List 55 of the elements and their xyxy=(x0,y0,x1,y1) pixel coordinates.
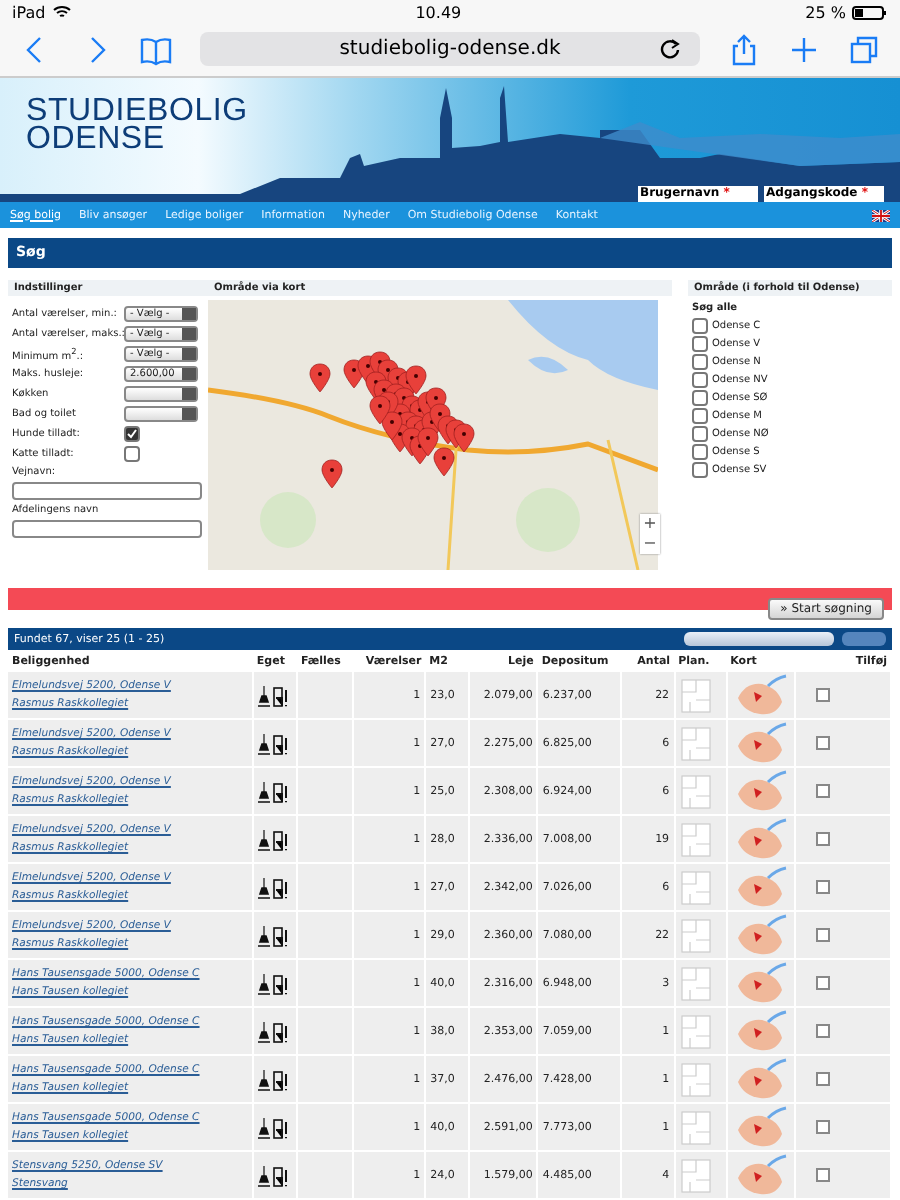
checkbox[interactable] xyxy=(815,1168,830,1182)
address-bar[interactable]: studiebolig-odense.dk xyxy=(200,32,700,66)
facilities-icon xyxy=(257,1163,288,1187)
checkbox[interactable] xyxy=(815,736,830,750)
wifi-icon xyxy=(51,4,72,20)
check-icon xyxy=(126,428,138,440)
checkbox[interactable] xyxy=(692,390,708,406)
share-icon[interactable] xyxy=(728,33,760,65)
dropdown[interactable] xyxy=(124,406,198,422)
checkbox[interactable] xyxy=(692,372,708,388)
checkbox[interactable] xyxy=(124,426,140,442)
book-icon[interactable] xyxy=(140,33,172,65)
facilities-icon xyxy=(257,1115,288,1139)
checkbox[interactable] xyxy=(692,444,708,460)
facilities-icon xyxy=(257,827,288,851)
input-field[interactable] xyxy=(12,482,202,500)
facilities-icon xyxy=(257,731,288,755)
facilities-icon xyxy=(257,1067,288,1091)
zoom-button[interactable]: − xyxy=(640,534,660,554)
map-drawing[interactable] xyxy=(208,300,658,570)
checkbox[interactable] xyxy=(692,408,708,424)
tabs-icon[interactable] xyxy=(848,33,880,65)
plus-icon[interactable] xyxy=(788,33,820,65)
checkbox[interactable] xyxy=(815,1024,830,1038)
checkbox[interactable] xyxy=(692,336,708,352)
flag-icon[interactable] xyxy=(872,209,890,221)
facilities-icon xyxy=(257,971,288,995)
checkbox[interactable] xyxy=(124,446,140,462)
facilities-icon xyxy=(257,683,288,707)
facilities-icon xyxy=(257,1019,288,1043)
clock-time: 10.49 xyxy=(415,3,462,21)
checkbox[interactable] xyxy=(815,976,830,990)
checkbox[interactable] xyxy=(815,1072,830,1086)
checkbox[interactable] xyxy=(692,354,708,370)
checkbox[interactable] xyxy=(815,688,830,702)
facilities-icon xyxy=(257,779,288,803)
input-field[interactable] xyxy=(12,520,202,538)
checkbox[interactable] xyxy=(815,832,830,846)
checkbox[interactable] xyxy=(692,426,708,442)
dropdown[interactable] xyxy=(124,386,198,402)
zoom-button[interactable]: + xyxy=(640,514,660,534)
checkbox[interactable] xyxy=(692,318,708,334)
checkbox[interactable] xyxy=(815,928,830,942)
go-button[interactable] xyxy=(842,632,886,646)
checkbox[interactable] xyxy=(815,880,830,894)
battery-percent: 25 % xyxy=(805,3,846,21)
checkbox[interactable] xyxy=(815,1120,830,1134)
facilities-icon xyxy=(257,923,288,947)
facilities-icon xyxy=(257,875,288,899)
reload-icon[interactable] xyxy=(660,38,684,62)
device-label: iPad xyxy=(12,3,46,21)
checkbox[interactable] xyxy=(815,784,830,798)
checkbox[interactable] xyxy=(692,462,708,478)
battery-icon xyxy=(852,5,888,19)
site-logo[interactable]: STUDIEBOLIG ODENSE xyxy=(26,98,248,154)
